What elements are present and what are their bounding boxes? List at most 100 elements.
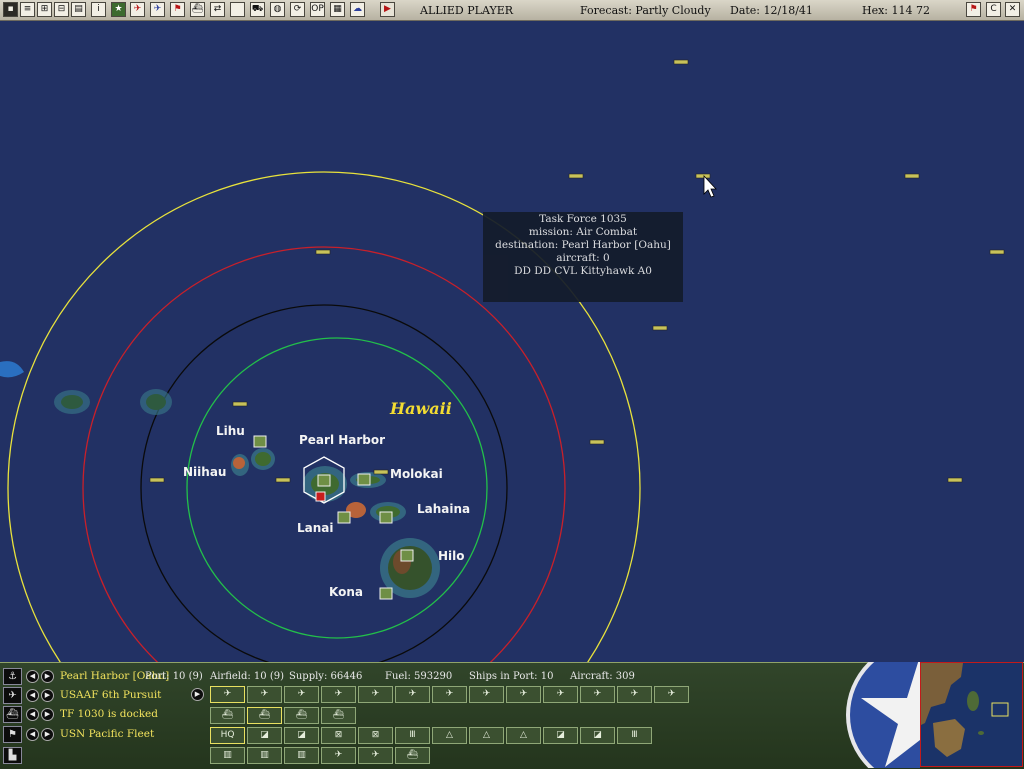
aircraft-stat: Aircraft: 309 (570, 671, 635, 682)
ship-type-button[interactable]: ⛴ (210, 707, 245, 724)
facility-button[interactable]: ▥ (210, 747, 245, 764)
artillery-button[interactable]: △ (432, 727, 467, 744)
flag-icon-right[interactable]: ⚑ (966, 2, 981, 17)
strategic-minimap[interactable] (920, 662, 1023, 767)
anchor-icon[interactable]: ⚓ (3, 668, 22, 685)
tooltip-aircraft: aircraft: 0 (556, 252, 610, 264)
unit-type-button[interactable]: ◪ (543, 727, 578, 744)
unit-type-button[interactable]: ◪ (580, 727, 615, 744)
map-canvas[interactable]: Hawaii Lihu Niihau Pearl Harbor Molokai … (0, 21, 1024, 662)
next-fleet-arrow-icon[interactable]: ▶ (41, 728, 54, 741)
engineer-button[interactable]: Ⅲ (617, 727, 652, 744)
map-view[interactable]: Hawaii Lihu Niihau Pearl Harbor Molokai … (0, 21, 1024, 662)
aircraft-type-button[interactable]: ✈ (469, 686, 504, 703)
engineer-button[interactable]: Ⅲ (395, 727, 430, 744)
air-group-expand-icon[interactable]: ▶ (191, 688, 204, 701)
friendly-air-icon[interactable]: ✈ (150, 2, 165, 17)
player-label: ALLIED PLAYER (420, 4, 514, 17)
flag-icon[interactable]: ⚑ (170, 2, 185, 17)
ship-type-button[interactable]: ⛴ (284, 707, 319, 724)
next-tf-arrow-icon[interactable]: ▶ (41, 708, 54, 721)
air-group-name[interactable]: USAAF 6th Pursuit (60, 689, 161, 701)
aircraft-type-button[interactable]: ✈ (358, 686, 393, 703)
date-label: Date: 12/18/41 (730, 4, 813, 17)
industry-icon[interactable]: ▙ (3, 747, 22, 764)
base-marker-icon (337, 511, 351, 524)
prev-base-arrow-icon[interactable]: ◀ (26, 670, 39, 683)
task-force-status[interactable]: TF 1030 is docked (60, 708, 158, 720)
base-marker-icon (400, 549, 414, 562)
facility-button[interactable]: ✈ (321, 747, 356, 764)
c-button[interactable]: C (986, 2, 1001, 17)
unit-type-button[interactable]: ◪ (247, 727, 282, 744)
star-icon[interactable]: ★ (111, 2, 126, 17)
aircraft-type-button[interactable]: ✈ (543, 686, 578, 703)
map-label-lihu: Lihu (216, 424, 245, 438)
aircraft-type-button[interactable]: ✈ (506, 686, 541, 703)
next-base-arrow-icon[interactable]: ▶ (41, 670, 54, 683)
route-icon[interactable]: ⇄ (210, 2, 225, 17)
close-icon[interactable]: ✕ (1005, 2, 1020, 17)
aircraft-type-button[interactable]: ✈ (580, 686, 615, 703)
ship-type-button[interactable]: ⛴ (321, 707, 356, 724)
facility-button[interactable]: ⛴ (395, 747, 430, 764)
fleet-name[interactable]: USN Pacific Fleet (60, 728, 154, 740)
units-list-icon[interactable]: ⊟ (54, 2, 69, 17)
hq-button[interactable]: HQ (210, 727, 245, 744)
globe-icon[interactable]: ◍ (270, 2, 285, 17)
prev-fleet-arrow-icon[interactable]: ◀ (26, 728, 39, 741)
prev-tf-arrow-icon[interactable]: ◀ (26, 708, 39, 721)
aircraft-type-button[interactable]: ✈ (321, 686, 356, 703)
unit-type-button[interactable]: ◪ (284, 727, 319, 744)
prev-air-arrow-icon[interactable]: ◀ (26, 689, 39, 702)
hq-marker-icon (315, 491, 326, 502)
sides-icon[interactable] (230, 2, 245, 17)
facility-button[interactable]: ▥ (247, 747, 282, 764)
ship-icon[interactable]: ⛴ (190, 2, 205, 17)
artillery-button[interactable]: △ (506, 727, 541, 744)
fleet-flag-icon[interactable]: ⚑ (3, 726, 22, 743)
map-label-molokai: Molokai (390, 467, 443, 481)
ships-list-icon[interactable]: ▤ (71, 2, 86, 17)
facility-button[interactable]: ▥ (284, 747, 319, 764)
base-list-icon[interactable]: ⊞ (37, 2, 52, 17)
mouse-cursor-icon (703, 174, 717, 198)
op-button[interactable]: OP (310, 2, 325, 17)
facility-button[interactable]: ✈ (358, 747, 393, 764)
end-turn-play-icon[interactable]: ▶ (380, 2, 395, 17)
aircraft-type-button[interactable]: ✈ (617, 686, 652, 703)
save-icon[interactable]: ▪ (3, 2, 18, 17)
supply-stat: Supply: 66446 (289, 671, 363, 682)
refresh-icon[interactable]: ⟳ (290, 2, 305, 17)
next-air-arrow-icon[interactable]: ▶ (41, 689, 54, 702)
aircraft-type-button[interactable]: ✈ (432, 686, 467, 703)
grid-icon[interactable]: ▦ (330, 2, 345, 17)
air-group-icon[interactable]: ✈ (3, 687, 22, 704)
task-force-icon[interactable]: ⛴ (3, 706, 22, 723)
weather-icon[interactable]: ☁ (350, 2, 365, 17)
info-icon[interactable]: i (91, 2, 106, 17)
aircraft-type-button[interactable]: ✈ (654, 686, 689, 703)
map-label-hilo: Hilo (438, 549, 465, 563)
artillery-button[interactable]: △ (469, 727, 504, 744)
region-label-hawaii: Hawaii (389, 399, 452, 418)
map-label-pearl-harbor: Pearl Harbor (299, 433, 385, 447)
map-label-kona: Kona (329, 585, 363, 599)
hex-label: Hex: 114 72 (862, 4, 930, 17)
aircraft-type-button[interactable]: ✈ (284, 686, 319, 703)
aircraft-type-button[interactable]: ✈ (247, 686, 282, 703)
base-marker-icon (253, 435, 267, 448)
tooltip-destination: destination: Pearl Harbor [Oahu] (495, 239, 671, 251)
forecast-label: Forecast: Partly Cloudy (580, 4, 711, 17)
enemy-air-icon[interactable]: ✈ (130, 2, 145, 17)
transport-icon[interactable]: ⛟ (250, 2, 265, 17)
infantry-button[interactable]: ⊠ (321, 727, 356, 744)
aircraft-type-button[interactable]: ✈ (210, 686, 245, 703)
fuel-stat: Fuel: 593290 (385, 671, 453, 682)
report-icon[interactable]: ≡ (20, 2, 35, 17)
aircraft-type-button[interactable]: ✈ (395, 686, 430, 703)
ship-type-button[interactable]: ⛴ (247, 707, 282, 724)
islands (54, 389, 440, 598)
infantry-button[interactable]: ⊠ (358, 727, 393, 744)
range-ring-normal (82, 246, 566, 662)
